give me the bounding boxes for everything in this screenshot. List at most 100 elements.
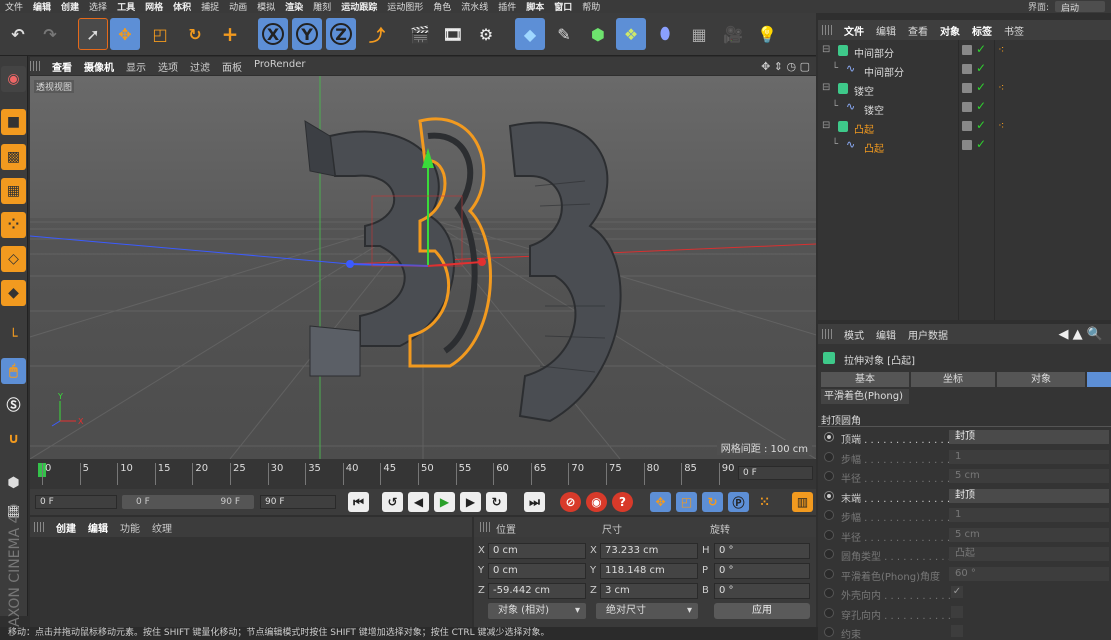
expand-icon[interactable]: ⊟ — [822, 44, 830, 55]
expand-icon[interactable]: ⊟ — [822, 82, 830, 93]
object-row[interactable]: ⊟ 中间部分 ✓ ⁖ — [818, 42, 1111, 61]
add-icon[interactable]: + — [215, 18, 245, 50]
viewport-menu-item[interactable]: ProRender — [248, 59, 311, 74]
magnet-icon[interactable]: ∪ — [1, 426, 26, 452]
checkmark-icon[interactable]: ✓ — [976, 137, 986, 151]
animation-radio-icon[interactable] — [824, 529, 834, 540]
phong-tag-icon[interactable]: ⁖ — [998, 81, 1004, 94]
model-mode-icon[interactable]: ■ — [1, 109, 26, 135]
object-menu-item[interactable]: 对象 — [934, 23, 966, 38]
coordinate-mode-select[interactable]: 对象 (相对) ▾ — [488, 603, 586, 619]
animation-radio-icon[interactable] — [824, 588, 834, 598]
texture-mode-icon[interactable]: ▩ — [1, 144, 26, 170]
viewport-nav-icons[interactable]: ✥ ⇕ ◷ ▢ — [761, 60, 816, 73]
play-icon[interactable]: ▶ — [434, 492, 455, 512]
undo-icon[interactable]: ↶ — [3, 18, 33, 50]
size-field[interactable]: 3 cm — [600, 583, 698, 599]
key-scale-icon[interactable]: ◰ — [676, 492, 697, 512]
timeline[interactable]: 0 5 10 15 20 25 30 35 40 45 50 55 60 65 70 75 80 85 90 0 F — [30, 459, 816, 489]
object-row[interactable]: ⊟ 凸起 ✓ ⁖ — [818, 118, 1111, 137]
size-field[interactable]: 118.148 cm — [600, 563, 698, 579]
points-mode-icon[interactable]: ⁘ — [1, 212, 26, 238]
menu-item[interactable]: 插件 — [493, 0, 521, 13]
object-row[interactable]: └ ∿ 镂空 ✓ — [818, 99, 1111, 118]
polygons-mode-icon[interactable]: ◆ — [1, 280, 26, 306]
keyframe-selection-icon[interactable]: ? — [612, 492, 633, 512]
workplane-icon[interactable]: ▦ — [1, 178, 26, 204]
rotation-field[interactable]: 0 ° — [714, 543, 810, 559]
menu-item[interactable]: 模拟 — [252, 0, 280, 13]
animation-radio-icon[interactable] — [824, 490, 834, 501]
animation-radio-icon[interactable] — [824, 549, 834, 559]
checkmark-icon[interactable]: ✓ — [976, 42, 986, 56]
attribute-value[interactable]: 1 — [949, 508, 1109, 522]
menu-item[interactable]: 窗口 — [549, 0, 577, 13]
snap-icon[interactable]: Ⓢ — [1, 392, 26, 418]
render-view-icon[interactable]: 🎬 — [405, 18, 435, 50]
key-position-icon[interactable]: ✥ — [650, 492, 671, 512]
animation-radio-icon[interactable] — [824, 451, 834, 462]
auto-keying-icon[interactable]: ◉ — [586, 492, 607, 512]
menu-item[interactable]: 流水线 — [456, 0, 493, 13]
move-icon[interactable]: ✥ — [110, 18, 140, 50]
tab-object[interactable]: 对象 — [997, 372, 1085, 387]
material-menu-item[interactable]: 创建 — [50, 520, 82, 535]
attribute-value[interactable]: 5 cm — [949, 469, 1109, 483]
current-frame-field[interactable]: 0 F — [738, 466, 813, 480]
position-field[interactable]: 0 cm — [488, 563, 586, 579]
end-frame-field[interactable]: 90 F — [260, 495, 336, 509]
redo-icon[interactable]: ↷ — [35, 18, 65, 50]
visibility-icon[interactable] — [962, 45, 972, 55]
pen-icon[interactable]: ✎ — [549, 18, 579, 50]
attribute-value[interactable]: 封顶 — [949, 430, 1109, 444]
key-parameter-icon[interactable]: Ⓟ — [728, 492, 749, 512]
viewport-menu-item[interactable]: 过滤 — [184, 59, 216, 74]
key-pla-icon[interactable]: ⁙ — [754, 492, 775, 512]
timeline-ruler[interactable]: 0 5 10 15 20 25 30 35 40 45 50 55 60 65 70 75 80 85 90 — [30, 459, 735, 489]
menu-item[interactable]: 雕刻 — [308, 0, 336, 13]
menu-item[interactable]: 运动跟踪 — [336, 0, 382, 13]
next-key-icon[interactable]: ↻ — [486, 492, 507, 512]
viewport-menu-item[interactable]: 查看 — [46, 59, 78, 74]
size-field[interactable]: 73.233 cm — [600, 543, 698, 559]
visibility-icon[interactable] — [962, 83, 972, 93]
material-menu-item[interactable]: 功能 — [114, 520, 146, 535]
visibility-icon[interactable] — [962, 64, 972, 74]
z-axis-icon[interactable]: Z — [326, 18, 356, 50]
edges-mode-icon[interactable]: ◇ — [1, 246, 26, 272]
checkmark-icon[interactable]: ✓ — [976, 61, 986, 75]
object-row[interactable]: └ ∿ 中间部分 ✓ — [818, 61, 1111, 80]
material-menu-item[interactable]: 纹理 — [146, 520, 178, 535]
animation-radio-icon[interactable] — [824, 510, 834, 520]
select-arrow-icon[interactable]: ➚ — [78, 18, 108, 50]
object-menu-item[interactable]: 编辑 — [870, 23, 902, 38]
visibility-icon[interactable] — [962, 102, 972, 112]
key-rotation-icon[interactable]: ↻ — [702, 492, 723, 512]
viewport-menu-item[interactable]: 面板 — [216, 59, 248, 74]
menu-item[interactable]: 编辑 — [28, 0, 56, 13]
animation-radio-icon[interactable] — [824, 568, 834, 579]
checkmark-icon[interactable]: ✓ — [976, 80, 986, 94]
visibility-icon[interactable] — [962, 140, 972, 150]
menu-item[interactable]: 捕捉 — [196, 0, 224, 13]
menu-item[interactable]: 渲染 — [280, 0, 308, 13]
object-menu-item[interactable]: 书签 — [998, 23, 1030, 38]
attribute-menu-item[interactable]: 编辑 — [870, 327, 902, 342]
attribute-checkbox[interactable] — [951, 625, 963, 637]
rotate-icon[interactable]: ↻ — [180, 18, 210, 50]
attribute-nav-icons[interactable]: ◀ ▲ 🔍 — [1059, 327, 1111, 342]
visibility-icon[interactable] — [962, 121, 972, 131]
y-axis-icon[interactable]: Y — [292, 18, 322, 50]
menu-item[interactable]: 工具 — [112, 0, 140, 13]
tab-coordinates[interactable]: 坐标 — [911, 372, 995, 387]
checkmark-icon[interactable]: ✓ — [976, 99, 986, 113]
tab-caps-active[interactable] — [1087, 372, 1111, 387]
menu-item[interactable]: 帮助 — [577, 0, 605, 13]
attribute-checkbox[interactable]: ✓ — [951, 586, 963, 598]
menu-item[interactable]: 角色 — [428, 0, 456, 13]
attribute-menu-item[interactable]: 用户数据 — [902, 327, 954, 342]
menu-item[interactable]: 脚本 — [521, 0, 549, 13]
deformer-icon[interactable]: ⬮ — [650, 18, 680, 50]
solo-icon[interactable]: ⬢ — [1, 470, 26, 496]
size-mode-select[interactable]: 绝对尺寸 ▾ — [596, 603, 698, 619]
